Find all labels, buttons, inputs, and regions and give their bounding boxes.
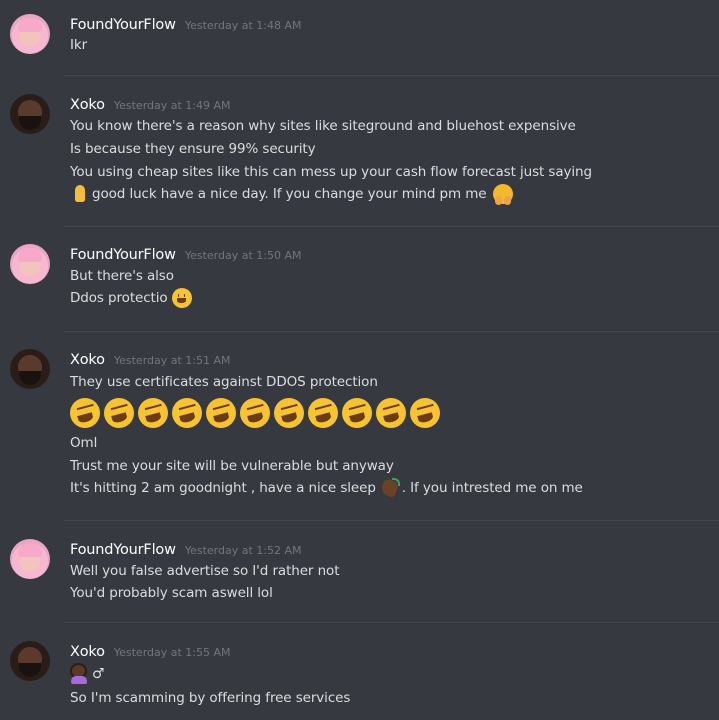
message-group: FoundYourFlow Yesterday at 1:52 AM Well … <box>0 521 719 622</box>
message-text: . If you intrested me on me <box>401 480 583 496</box>
avatar[interactable] <box>10 641 50 681</box>
rolling-on-floor-laughing-emoji <box>240 398 270 428</box>
avatar[interactable] <box>10 244 50 284</box>
rolling-on-floor-laughing-emoji <box>206 398 236 428</box>
message-text: You'd probably scam aswell lol <box>70 585 273 601</box>
rolling-on-floor-laughing-emoji <box>342 398 372 428</box>
message-text: good luck have a nice day. If you change… <box>92 186 487 202</box>
rolling-on-floor-laughing-emoji <box>70 398 100 428</box>
username[interactable]: FoundYourFlow <box>70 247 176 263</box>
message-text: Well you false advertise so I'd rather n… <box>70 563 340 579</box>
avatar[interactable] <box>10 349 50 389</box>
message-text: Is because they ensure 99% security <box>70 141 316 157</box>
username[interactable]: Xoko <box>70 97 105 113</box>
message-group: Xoko Yesterday at 1:51 AM They use certi… <box>0 332 719 520</box>
avatar[interactable] <box>10 539 50 579</box>
hugging-face-emoji <box>492 184 513 205</box>
message-text: You using cheap sites like this can mess… <box>70 164 592 180</box>
grinning-face-emoji <box>171 288 192 308</box>
message-group: Xoko Yesterday at 1:55 AM ♂ So I'm scamm… <box>0 623 719 720</box>
message-text: Ddos protectio <box>70 290 168 306</box>
message-group: Xoko Yesterday at 1:49 AM You know there… <box>0 76 719 226</box>
username[interactable]: Xoko <box>70 352 105 368</box>
laugh-emoji-row <box>70 398 444 428</box>
message-group: FoundYourFlow Yesterday at 1:48 AM Ikr <box>0 0 719 75</box>
message-text: You know there's a reason why sites like… <box>70 118 576 134</box>
avatar[interactable] <box>10 14 50 54</box>
message-text-with-emoji: It's hitting 2 am goodnight , have a nic… <box>70 478 583 498</box>
rolling-on-floor-laughing-emoji <box>104 398 134 428</box>
folded-hands-emoji <box>70 184 90 204</box>
rolling-on-floor-laughing-emoji <box>172 398 202 428</box>
message-text: It's hitting 2 am goodnight , have a nic… <box>70 480 376 496</box>
message-text: So I'm scamming by offering free service… <box>70 690 351 706</box>
message-text: Trust me your site will be vulnerable bu… <box>70 458 394 474</box>
username[interactable]: FoundYourFlow <box>70 17 176 33</box>
message-text-with-emoji: Ddos protectio <box>70 288 192 308</box>
message-text-with-emoji: ♂ <box>70 664 105 684</box>
waving-hand-emoji <box>380 478 400 498</box>
timestamp: Yesterday at 1:48 AM <box>184 19 302 32</box>
chat-message-list: FoundYourFlow Yesterday at 1:48 AM Ikr X… <box>0 0 719 720</box>
message-group: FoundYourFlow Yesterday at 1:50 AM But t… <box>0 227 719 331</box>
rolling-on-floor-laughing-emoji <box>138 398 168 428</box>
timestamp: Yesterday at 1:55 AM <box>113 646 231 659</box>
message-text-with-emoji: good luck have a nice day. If you change… <box>70 184 513 205</box>
message-text: Oml <box>70 435 98 451</box>
username[interactable]: Xoko <box>70 644 105 660</box>
rolling-on-floor-laughing-emoji <box>410 398 440 428</box>
person-facepalming-emoji <box>70 664 90 684</box>
rolling-on-floor-laughing-emoji <box>274 398 304 428</box>
rolling-on-floor-laughing-emoji <box>376 398 406 428</box>
timestamp: Yesterday at 1:49 AM <box>113 99 231 112</box>
message-text: Ikr <box>70 37 88 53</box>
timestamp: Yesterday at 1:51 AM <box>113 354 231 367</box>
male-sign: ♂ <box>92 666 105 682</box>
avatar[interactable] <box>10 94 50 134</box>
message-text: But there's also <box>70 268 174 284</box>
rolling-on-floor-laughing-emoji <box>308 398 338 428</box>
timestamp: Yesterday at 1:52 AM <box>184 544 302 557</box>
message-text: They use certificates against DDOS prote… <box>70 374 378 390</box>
timestamp: Yesterday at 1:50 AM <box>184 249 302 262</box>
username[interactable]: FoundYourFlow <box>70 542 176 558</box>
